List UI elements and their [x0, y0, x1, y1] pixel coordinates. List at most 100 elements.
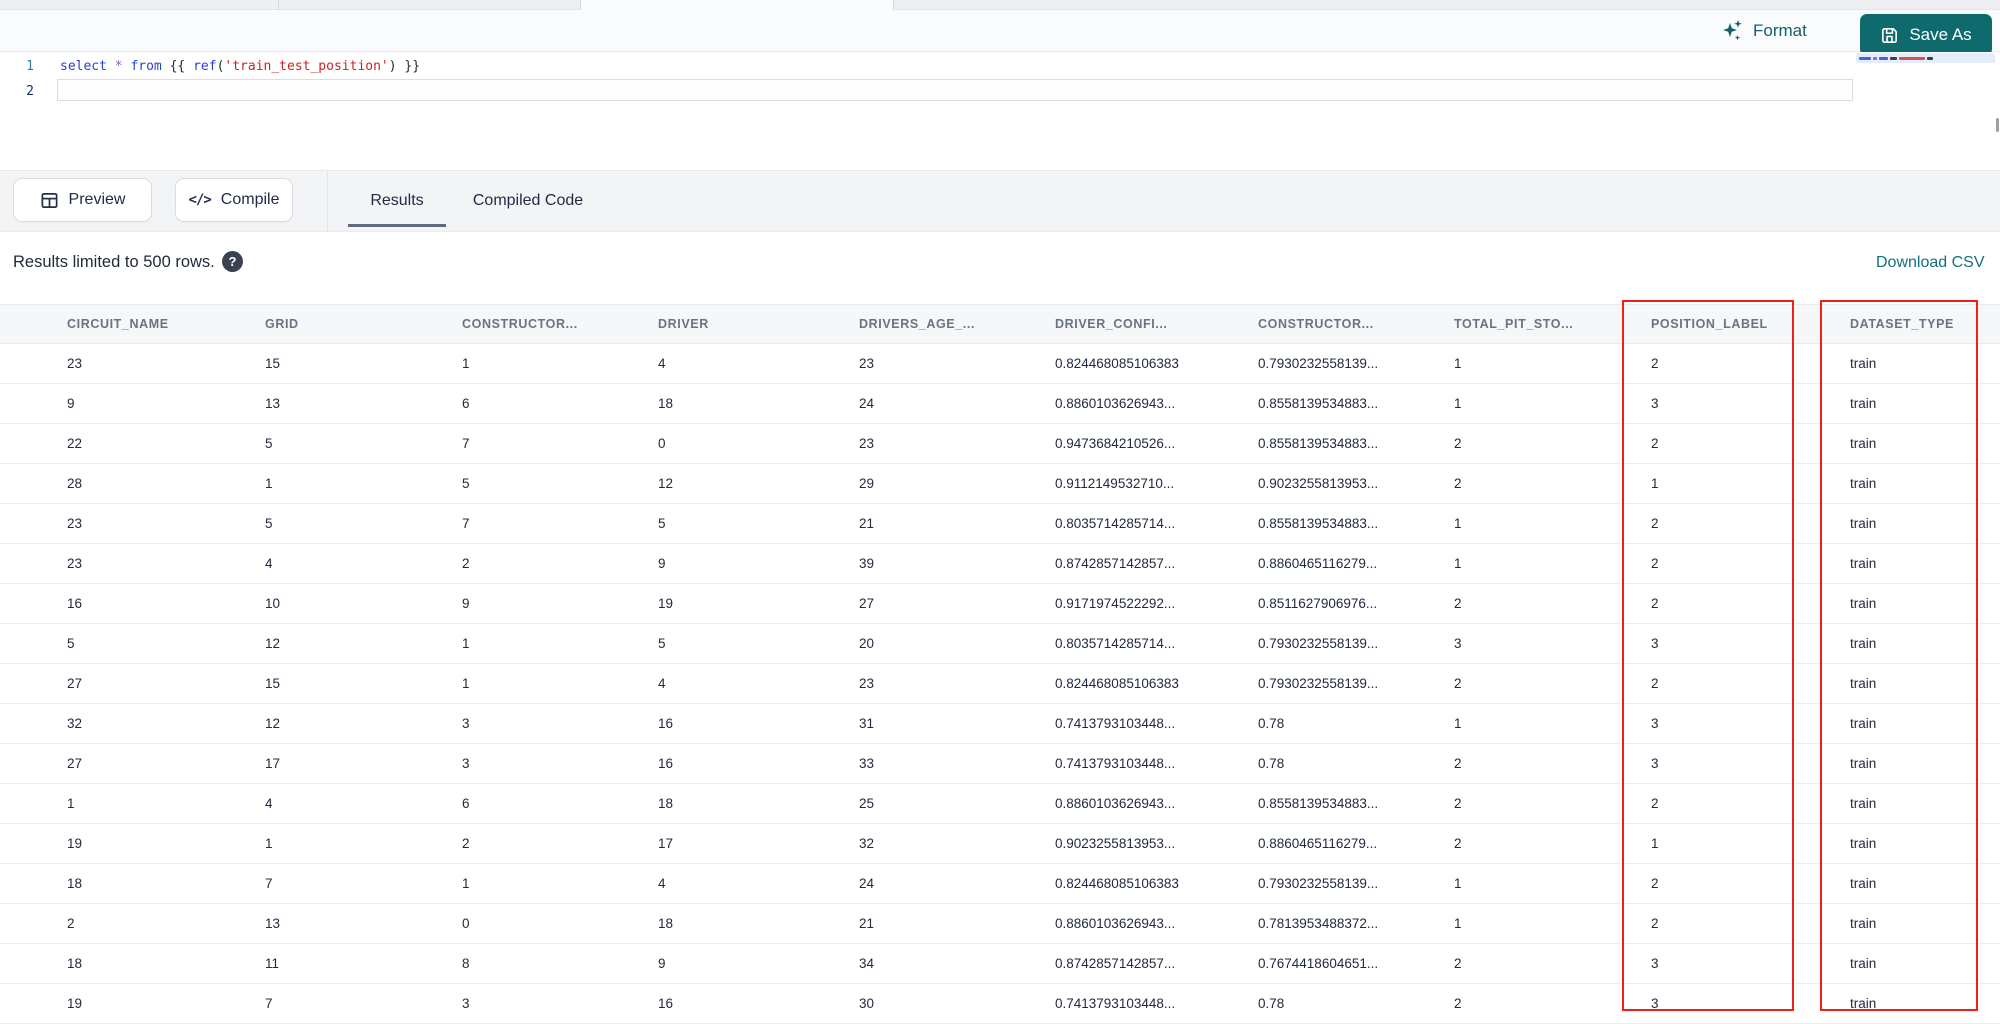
table-cell: 0.78 — [1258, 996, 1285, 1011]
preview-button[interactable]: Preview — [13, 178, 152, 222]
table-cell: 0.824468085106383 — [1055, 356, 1179, 371]
tab-compiled-code[interactable]: Compiled Code — [458, 171, 598, 231]
toolbar-divider — [327, 171, 328, 231]
minimap-token — [1890, 57, 1897, 60]
table-cell: 2 — [1454, 796, 1462, 811]
table-cell: 16 — [67, 596, 83, 611]
table-cell: 1 — [265, 476, 273, 491]
table-cell: 7 — [265, 996, 273, 1011]
table-cell: 5 — [265, 516, 273, 531]
table-cell: 0.7930232558139... — [1258, 356, 1379, 371]
table-cell: 5 — [462, 476, 470, 491]
tab-results[interactable]: Results — [348, 171, 446, 231]
table-cell: 0.8860103626943... — [1055, 796, 1176, 811]
table-cell: 10 — [265, 596, 281, 611]
table-cell: 2 — [1454, 836, 1462, 851]
results-action-bar: Preview </> Compile Results Compiled Cod… — [0, 170, 2000, 232]
table-cell: 1 — [462, 676, 470, 691]
table-cell: 34 — [859, 956, 875, 971]
help-icon[interactable]: ? — [222, 251, 243, 272]
table-cell: 0.8860465116279... — [1258, 556, 1378, 571]
table-cell: 3 — [1454, 636, 1462, 651]
table-cell: 12 — [658, 476, 674, 491]
table-cell: 3 — [462, 996, 470, 1011]
table-cell: 4 — [658, 356, 666, 371]
sparkles-icon — [1722, 19, 1744, 43]
table-cell: 0.8860103626943... — [1055, 916, 1176, 931]
column-header: CONSTRUCTOR... — [462, 317, 578, 331]
table-cell: 16 — [658, 716, 674, 731]
table-cell: 0.8742857142857... — [1055, 556, 1176, 571]
minimap-token — [1899, 57, 1925, 60]
table-cell: 12 — [265, 716, 281, 731]
tab-strip-divider — [278, 0, 279, 10]
table-cell: 27 — [859, 596, 875, 611]
editor-minimap[interactable] — [1856, 52, 1995, 170]
table-cell: 1 — [67, 796, 75, 811]
save-as-button[interactable]: Save As — [1860, 14, 1992, 56]
table-cell: 13 — [265, 396, 281, 411]
table-cell: 1 — [1454, 556, 1462, 571]
top-tab-strip — [0, 0, 2000, 10]
table-cell: 1 — [462, 636, 470, 651]
table-cell: 0.7413793103448... — [1055, 716, 1176, 731]
table-cell: 1 — [1454, 396, 1462, 411]
table-cell: 5 — [265, 436, 273, 451]
tab-strip-divider — [893, 0, 894, 10]
table-cell: 0.824468085106383 — [1055, 876, 1179, 891]
code-icon: </> — [188, 192, 212, 208]
table-cell: 0.824468085106383 — [1055, 676, 1179, 691]
table-cell: 1 — [1454, 516, 1462, 531]
dbt-ide-page: { "topbar": { "format_label": "Format", … — [0, 0, 2000, 1024]
table-cell: 4 — [265, 556, 273, 571]
table-cell: 6 — [462, 796, 470, 811]
compile-button[interactable]: </> Compile — [175, 178, 293, 222]
table-cell: 5 — [67, 636, 75, 651]
table-cell: 23 — [67, 516, 83, 531]
jinja-close-braces: }} — [404, 59, 421, 74]
jinja-open-braces: {{ — [169, 59, 194, 74]
table-cell: 18 — [67, 956, 83, 971]
table-cell: 31 — [859, 716, 875, 731]
minimap-code-line — [1859, 57, 1933, 60]
sql-keyword: select — [60, 59, 115, 74]
table-cell: 5 — [658, 636, 666, 651]
line-number-1: 1 — [26, 59, 34, 74]
editor-scrollbar[interactable] — [1996, 118, 1999, 132]
table-cell: 0.8511627906976... — [1258, 596, 1378, 611]
current-line-highlight — [57, 79, 1853, 101]
sql-code-editor[interactable]: 1 2 select * from {{ ref('train_test_pos… — [0, 52, 2000, 170]
table-cell: 7 — [265, 876, 273, 891]
tab-compiled-code-label: Compiled Code — [472, 192, 584, 209]
column-header: CIRCUIT_NAME — [67, 317, 169, 331]
column-header: DRIVER_CONFI... — [1055, 317, 1168, 331]
table-cell: 9 — [67, 396, 75, 411]
table-cell: 0.78 — [1258, 716, 1285, 731]
table-cell: 0.8558139534883... — [1258, 796, 1379, 811]
table-cell: 0.7930232558139... — [1258, 676, 1379, 691]
table-cell: 32 — [67, 716, 83, 731]
paren-close: ) — [388, 59, 405, 74]
table-cell: 23 — [859, 436, 875, 451]
table-cell: 0.7413793103448... — [1055, 756, 1176, 771]
table-cell: 0.8860465116279... — [1258, 836, 1378, 851]
format-button[interactable]: Format — [1722, 16, 1807, 46]
table-cell: 0 — [658, 436, 666, 451]
table-cell: 19 — [67, 836, 83, 851]
table-cell: 15 — [265, 676, 281, 691]
table-cell: 5 — [658, 516, 666, 531]
table-cell: 0.7930232558139... — [1258, 876, 1379, 891]
code-line-1[interactable]: select * from {{ ref('train_test_positio… — [60, 54, 1910, 79]
preview-button-label: Preview — [68, 191, 126, 208]
table-cell: 23 — [67, 556, 83, 571]
tab-strip-divider — [580, 0, 581, 10]
table-cell: 18 — [658, 396, 674, 411]
table-cell: 1 — [462, 356, 470, 371]
minimap-token — [1879, 57, 1888, 60]
download-csv-link[interactable]: Download CSV — [1876, 254, 1985, 272]
table-cell: 0.7674418604651... — [1258, 956, 1379, 971]
minimap-token — [1927, 57, 1933, 60]
table-cell: 30 — [859, 996, 875, 1011]
annotation-box-position-label-column — [1622, 300, 1794, 1011]
table-cell: 1 — [265, 836, 273, 851]
